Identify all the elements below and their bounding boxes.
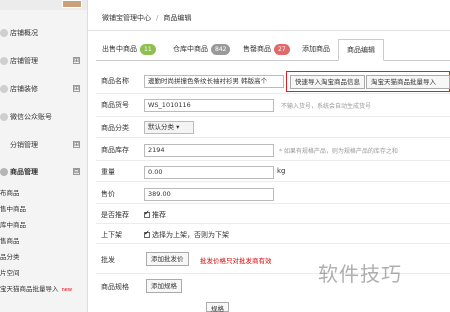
- sidebar-subitem-category[interactable]: 品分类: [0, 251, 88, 264]
- count-badge: 27: [274, 44, 290, 55]
- field-label: 商品规格: [101, 283, 129, 291]
- checkbox-label: 推荐: [152, 211, 166, 219]
- price-input[interactable]: 389.00: [144, 188, 274, 201]
- shop-icon: [0, 57, 8, 65]
- batch-note: 批发价格只对批发商有效: [200, 257, 272, 265]
- tab-label: 仓库中商品: [173, 45, 208, 53]
- sidebar-item-label: 微信公众账号: [10, 113, 52, 121]
- spec-sub-button[interactable]: 规格: [206, 302, 229, 312]
- store-icon: [0, 29, 8, 37]
- checkbox[interactable]: [144, 209, 150, 218]
- checkbox-label: 选择为上架，否则为下架: [152, 231, 229, 239]
- sidebar-item-distribution[interactable]: 分销管理 ⊞: [0, 138, 88, 152]
- tab-edit-product[interactable]: 商品编辑: [338, 39, 384, 61]
- count-badge: 11: [140, 44, 156, 55]
- sidebar-header: [0, 0, 87, 10]
- import-taobao-button[interactable]: 快速导入淘宝商品信息: [290, 75, 365, 89]
- sidebar-subitem-sold-out[interactable]: 售商品: [0, 235, 88, 248]
- form-row-recommend: 是否推荐 推荐: [96, 204, 450, 224]
- sidebar-item-store-manage[interactable]: 店铺管理 ⊞: [0, 54, 88, 68]
- sidebar-item-label: 商品管理: [10, 168, 38, 176]
- sidebar: 店铺概况 店铺管理 ⊞ 店铺装修 ⊞ 微信公众账号 分销管理 ⊞ 商品管理 ⊟ …: [0, 0, 88, 312]
- recommend-option[interactable]: 推荐: [144, 209, 166, 220]
- expand-icon[interactable]: ⊞: [73, 141, 80, 148]
- form-row-sku: 商品货号 WS_1010116 不输入货号，系统会自动生成货号: [96, 94, 450, 117]
- expand-icon[interactable]: ⊞: [73, 85, 80, 92]
- field-label: 商品分类: [101, 124, 129, 132]
- tab-bar: 出售中商品 11 仓库中商品 842 售罄商品 27 添加商品 商品编辑: [96, 39, 450, 61]
- field-label: 售价: [101, 190, 115, 198]
- sidebar-subitem-batch-import[interactable]: 宝天猫商品批量导入 new: [0, 283, 88, 296]
- form-row-name: 商品名称 邊勤时尚拼撞色条纹长袖衬衫男 韩版高个 快速导入淘宝商品信息 淘宝天猫…: [96, 70, 450, 94]
- count-badge: 842: [211, 44, 231, 55]
- stock-input[interactable]: 2194: [144, 144, 274, 157]
- field-label: 商品名称: [101, 77, 129, 85]
- product-name-input[interactable]: 邊勤时尚拼撞色条纹长袖衬衫男 韩版高个: [144, 75, 284, 88]
- expand-icon[interactable]: ⊞: [73, 57, 80, 64]
- field-label: 重量: [101, 168, 115, 176]
- sku-hint: 不输入货号，系统会自动生成货号: [281, 103, 372, 110]
- sidebar-subitem-warehouse[interactable]: 库中商品: [0, 219, 88, 232]
- breadcrumb-root[interactable]: 微铺宝管理中心: [102, 14, 151, 22]
- form-row-stock: 商品库存 2194 * 如果有规格产品，则为规格产品的库存之和: [96, 138, 450, 161]
- add-batch-price-button[interactable]: 添加批发价: [146, 252, 189, 266]
- sidebar-subitem-publish[interactable]: 布商品: [0, 187, 88, 200]
- collapse-icon[interactable]: ⊟: [73, 168, 80, 175]
- field-label: 商品库存: [101, 146, 129, 154]
- sidebar-item-products[interactable]: 商品管理 ⊟: [0, 165, 88, 179]
- field-label: 商品货号: [101, 101, 129, 109]
- sidebar-subitem-label: 宝天猫商品批量导入: [0, 285, 59, 293]
- wechat-icon: [0, 113, 8, 121]
- sidebar-item-label: 分销管理: [10, 141, 38, 149]
- watermark: 软件技巧: [318, 262, 402, 286]
- category-select[interactable]: 默认分类 ▾: [144, 121, 194, 134]
- sku-input[interactable]: WS_1010116: [144, 99, 274, 112]
- new-badge: new: [61, 287, 72, 293]
- breadcrumb: 微铺宝管理中心 / 商品编辑: [102, 8, 191, 28]
- form-row-category: 商品分类 默认分类 ▾: [96, 117, 450, 138]
- sidebar-subitem-image-space[interactable]: 片空间: [0, 267, 88, 280]
- sidebar-item-label: 店铺装修: [10, 85, 38, 93]
- product-icon: [0, 168, 8, 176]
- tab-label: 售罄商品: [243, 45, 271, 53]
- sidebar-item-label: 店铺概况: [10, 29, 38, 37]
- tab-label: 出售中商品: [102, 45, 137, 53]
- field-label: 是否推荐: [101, 211, 129, 219]
- tab-sold-out[interactable]: 售罄商品 27: [243, 39, 290, 61]
- add-spec-button[interactable]: 添加规格: [146, 279, 182, 293]
- field-label: 上下架: [101, 231, 122, 239]
- form-row-shelf: 上下架 选择为上架，否则为下架: [96, 224, 450, 244]
- breadcrumb-separator: /: [156, 14, 159, 22]
- sidebar-item-label: 店铺管理: [10, 57, 38, 65]
- checkbox[interactable]: [144, 229, 150, 238]
- breadcrumb-current: 商品编辑: [163, 14, 192, 22]
- shelf-option[interactable]: 选择为上架，否则为下架: [144, 229, 229, 240]
- tab-add-product[interactable]: 添加商品: [302, 39, 330, 61]
- weight-unit: kg: [277, 167, 286, 175]
- stock-hint: * 如果有规格产品，则为规格产品的库存之和: [279, 148, 398, 155]
- tab-warehouse[interactable]: 仓库中商品 842: [173, 39, 231, 61]
- tab-on-sale[interactable]: 出售中商品 11: [102, 39, 156, 61]
- field-label: 批发: [101, 256, 115, 264]
- sidebar-item-overview[interactable]: 店铺概况: [0, 26, 88, 40]
- form-row-weight: 重量 0.00 kg: [96, 161, 450, 182]
- sidebar-item-decoration[interactable]: 店铺装修 ⊞: [0, 82, 88, 96]
- sidebar-item-wechat[interactable]: 微信公众账号: [0, 110, 88, 124]
- import-tmall-button[interactable]: 淘宝天猫商品批量导入: [366, 75, 450, 89]
- brush-icon: [0, 85, 8, 93]
- avatar[interactable]: [62, 0, 82, 8]
- weight-input[interactable]: 0.00: [144, 166, 274, 179]
- divider: [88, 30, 450, 31]
- sidebar-subitem-on-sale[interactable]: 售中商品: [0, 203, 88, 216]
- form-row-price: 售价 389.00: [96, 182, 450, 204]
